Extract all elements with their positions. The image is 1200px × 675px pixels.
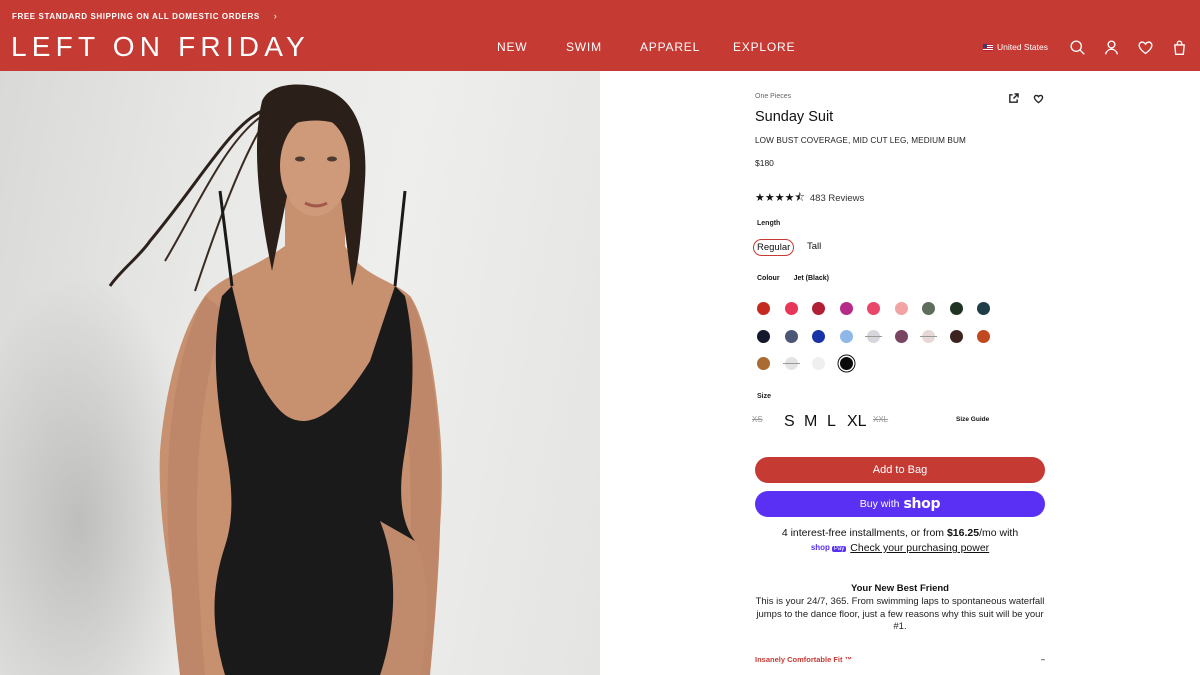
colour-swatch[interactable] [920,329,937,343]
size-option-m[interactable]: M [804,413,817,431]
site-header: FREE STANDARD SHIPPING ON ALL DOMESTIC O… [0,0,1200,71]
product-title: Sunday Suit [755,109,834,125]
colour-swatch[interactable] [757,302,770,315]
size-option-xl[interactable]: XL [847,413,867,431]
colour-swatch[interactable] [812,357,825,370]
colour-swatch[interactable] [757,357,770,370]
promo-text[interactable]: FREE STANDARD SHIPPING ON ALL DOMESTIC O… [12,12,260,21]
colour-swatch[interactable] [839,329,853,343]
colour-swatch[interactable] [784,329,798,343]
feature-heading: Your New Best Friend [850,583,949,594]
colour-swatch[interactable] [812,329,825,343]
size-label: Size [757,393,772,400]
rating-stars-icon: ★★★★⯪ [755,192,805,204]
colour-swatch[interactable] [949,302,963,315]
colour-swatch[interactable] [839,302,853,315]
colour-label: Colour [757,275,780,282]
buy-with-shop-button[interactable]: Buy with shop [755,491,1045,517]
nav-item-new[interactable]: NEW [497,40,527,54]
us-flag-icon [982,43,993,51]
colour-swatch[interactable] [894,329,908,343]
breadcrumb[interactable]: One Pieces [755,93,791,100]
wishlist-heart-icon[interactable] [1033,91,1045,104]
account-icon[interactable] [1102,38,1120,56]
promo-banner[interactable]: FREE STANDARD SHIPPING ON ALL DOMESTIC O… [12,11,277,21]
product-image[interactable] [0,71,600,675]
chevron-right-icon[interactable]: › [274,11,278,21]
installments-text: 4 interest-free installments, or from $1… [755,527,1045,539]
colour-swatch[interactable] [867,302,880,315]
installments-amount: $16.25 [946,527,980,539]
colour-swatch[interactable] [865,329,882,343]
colour-swatch[interactable] [784,302,798,315]
nav-item-explore[interactable]: EXPLORE [733,40,795,54]
product-price: $180 [755,158,774,168]
colour-row: Colour Jet (Black) [757,275,829,282]
shoppay-row: shop Pay Check your purchasing power [755,542,1045,554]
accordion-toggle-icon[interactable]: – [1041,655,1045,664]
colour-swatch[interactable] [894,302,908,315]
heart-icon[interactable] [1136,38,1154,56]
colour-swatch[interactable] [977,329,990,343]
colour-selected-name: Jet (Black) [793,275,829,282]
colour-swatch[interactable] [922,302,935,315]
size-option-xs[interactable]: XS [752,415,763,424]
accordion-comfortable-fit[interactable]: Insanely Comfortable Fit ™ – [755,655,1045,664]
country-selector[interactable]: United States [982,42,1048,52]
purchasing-power-link[interactable]: Check your purchasing power [850,542,989,554]
shoppay-pay-badge: Pay [831,546,847,552]
shop-logo: shop [903,496,941,512]
buy-with-label: Buy with [859,498,900,510]
length-label: Length [757,220,781,227]
size-option-xxl[interactable]: XXL [873,415,888,424]
add-to-bag-button[interactable]: Add to Bag [755,457,1045,483]
header-actions: United States [982,36,1188,58]
colour-swatch[interactable] [949,329,963,343]
length-option-regular[interactable]: Regular [753,239,795,256]
nav-item-swim[interactable]: SWIM [566,40,602,54]
shoppay-logo: shop [810,543,830,552]
colour-swatch[interactable] [782,357,800,370]
length-option-tall[interactable]: Tall [807,241,821,252]
nav-item-apparel[interactable]: APPAREL [640,40,700,54]
country-label: United States [996,42,1048,52]
product-subtitle: LOW BUST COVERAGE, MID CUT LEG, MEDIUM B… [755,136,966,145]
reviews-count[interactable]: 483 Reviews [810,193,864,204]
size-option-l[interactable]: L [827,413,836,431]
accordion-title: Insanely Comfortable Fit ™ [755,655,853,664]
installments-post: /mo with [979,527,1019,539]
colour-swatch[interactable] [839,357,853,370]
colour-swatch[interactable] [757,329,770,343]
feature-description: This is your 24/7, 365. From swimming la… [755,596,1045,632]
bag-icon[interactable] [1170,38,1188,56]
rating[interactable]: ★★★★⯪ 483 Reviews [755,189,864,208]
site-logo[interactable]: LEFT ON FRIDAY [11,32,310,62]
colour-swatch[interactable] [977,302,990,315]
search-icon[interactable] [1068,38,1086,56]
installments-pre: 4 interest-free installments, or from [781,527,947,539]
colour-swatch[interactable] [812,302,825,315]
size-guide-link[interactable]: Size Guide [956,416,989,423]
share-icon[interactable] [1008,91,1020,103]
size-option-s[interactable]: S [784,413,795,431]
